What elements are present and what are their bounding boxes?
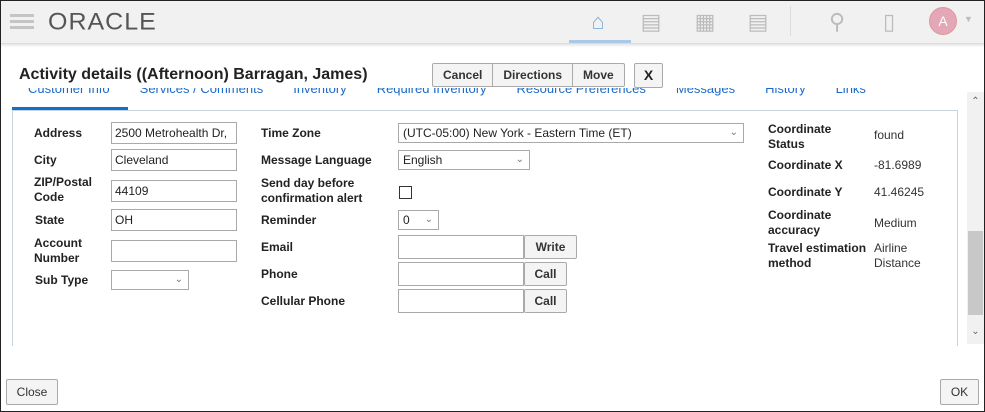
chat-icon[interactable]: ▯ — [874, 8, 904, 36]
scrollbar-thumb[interactable] — [968, 231, 983, 315]
cellular-phone-input[interactable] — [398, 289, 524, 313]
send-day-before-label: Send day before confirmation alert — [261, 176, 363, 205]
message-language-value: English — [403, 153, 443, 167]
search-icon[interactable]: ⚲ — [822, 8, 852, 36]
move-button[interactable]: Move — [573, 64, 624, 86]
zip-input[interactable]: 44109 — [111, 180, 237, 202]
address-input[interactable]: 2500 Metrohealth Dr, — [111, 122, 237, 144]
address-label: Address — [34, 126, 83, 140]
coordinate-y-label: Coordinate Y — [768, 185, 843, 199]
message-language-select[interactable]: English ⌄ — [398, 150, 530, 170]
tab-bar: Customer Info Services / Comments Invent… — [12, 88, 952, 100]
coordinate-y-value: 41.46245 — [874, 185, 925, 199]
home-icon[interactable]: ⌂ — [583, 8, 613, 36]
ok-button[interactable]: OK — [940, 379, 979, 405]
phone-label: Phone — [261, 267, 298, 281]
divider — [790, 6, 791, 36]
write-button[interactable]: Write — [524, 235, 577, 259]
tab-inventory[interactable]: Inventory — [293, 88, 346, 100]
tab-messages[interactable]: Messages — [676, 88, 735, 100]
state-label: State — [35, 213, 65, 227]
tab-resource-preferences[interactable]: Resource Preferences — [517, 88, 646, 100]
tab-services-comments[interactable]: Services / Comments — [140, 88, 264, 100]
account-number-input[interactable] — [111, 240, 237, 262]
dialog-title: Activity details ((Afternoon) Barragan, … — [19, 66, 368, 83]
top-bar: ORACLE ⌂ ▤ ▦ ▤ ⚲ ▯ A ▼ — [0, 0, 985, 44]
travel-estimation-label: Travel estimation method — [768, 241, 867, 270]
nav-selected-indicator — [569, 40, 631, 43]
phone-input[interactable] — [398, 262, 524, 286]
tab-history[interactable]: History — [765, 88, 805, 100]
time-zone-select[interactable]: (UTC-05:00) New York - Eastern Time (ET)… — [398, 123, 744, 143]
oracle-logo: ORACLE — [48, 8, 157, 36]
chevron-down-icon[interactable]: ▼ — [964, 14, 973, 24]
calendar-icon[interactable]: ▦ — [690, 8, 720, 36]
reminder-select[interactable]: 0 ⌄ — [398, 210, 439, 230]
tab-customer-info[interactable]: Customer Info — [28, 88, 110, 100]
reminder-value: 0 — [403, 213, 410, 227]
cellular-phone-label: Cellular Phone — [261, 294, 346, 308]
avatar[interactable]: A — [929, 7, 957, 35]
sub-type-select[interactable]: ⌄ — [111, 270, 189, 290]
cancel-button[interactable]: Cancel — [433, 64, 494, 86]
scroll-up-icon[interactable]: ⌃ — [967, 96, 984, 107]
coordinate-status-label: Coordinate Status — [768, 122, 832, 151]
time-zone-label: Time Zone — [261, 126, 321, 140]
close-dialog-button[interactable]: X — [634, 63, 663, 88]
directions-button[interactable]: Directions — [493, 64, 574, 86]
chart-icon[interactable]: ▤ — [743, 8, 773, 36]
account-number-label: Account Number — [34, 236, 82, 265]
chevron-down-icon: ⌄ — [515, 154, 524, 165]
zip-label: ZIP/Postal Code — [34, 175, 93, 204]
scroll-down-icon[interactable]: ⌄ — [967, 326, 984, 337]
reminder-label: Reminder — [261, 213, 317, 227]
chevron-down-icon: ⌄ — [424, 214, 433, 225]
call-cellular-button[interactable]: Call — [524, 289, 567, 313]
state-input[interactable]: OH — [111, 209, 237, 231]
close-button[interactable]: Close — [6, 379, 58, 405]
travel-estimation-value: Airline Distance — [874, 241, 921, 270]
time-zone-value: (UTC-05:00) New York - Eastern Time (ET) — [403, 126, 632, 140]
report-icon[interactable]: ▤ — [636, 8, 666, 36]
city-input[interactable]: Cleveland — [111, 149, 237, 171]
coordinate-x-value: -81.6989 — [874, 158, 922, 172]
tab-required-inventory[interactable]: Required Inventory — [377, 88, 487, 100]
coordinate-accuracy-label: Coordinate accuracy — [768, 208, 832, 237]
chevron-down-icon: ⌄ — [729, 127, 738, 138]
message-language-label: Message Language — [261, 153, 372, 167]
sub-type-label: Sub Type — [35, 273, 89, 287]
coordinate-x-label: Coordinate X — [768, 158, 843, 172]
coordinate-accuracy-value: Medium — [874, 216, 917, 230]
email-label: Email — [261, 240, 294, 254]
tab-links[interactable]: Links — [836, 88, 866, 100]
email-input[interactable] — [398, 235, 524, 259]
action-button-group: Cancel Directions Move — [432, 63, 625, 87]
send-day-before-checkbox[interactable] — [399, 186, 412, 199]
city-label: City — [34, 153, 57, 167]
coordinate-status-value: found — [874, 128, 905, 142]
chevron-down-icon: ⌄ — [174, 274, 183, 285]
hamburger-menu-icon[interactable] — [10, 14, 34, 30]
call-phone-button[interactable]: Call — [524, 262, 567, 286]
